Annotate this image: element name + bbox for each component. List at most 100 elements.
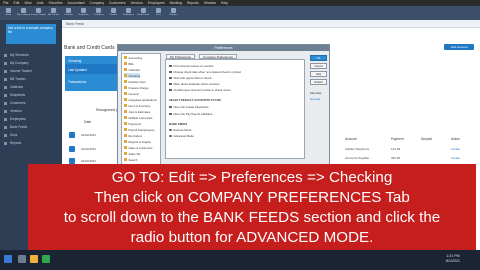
ok-button[interactable]: OK xyxy=(310,55,327,61)
category-item[interactable]: Reports & Graphs xyxy=(124,139,151,144)
checkbox[interactable] xyxy=(169,82,172,86)
start-icon[interactable] xyxy=(4,255,12,263)
toolbar-docs-button[interactable]: Docs xyxy=(154,8,163,18)
category-item[interactable]: Finance Charge xyxy=(124,85,148,90)
nav-item-customers[interactable]: Customers xyxy=(4,100,58,106)
category-item[interactable]: Payments xyxy=(124,121,141,126)
nav-item-employees[interactable]: Employees xyxy=(4,116,58,122)
menu-employees[interactable]: Employees xyxy=(148,1,165,5)
option-row[interactable]: Change check date when non-cleared check… xyxy=(169,70,241,74)
checkbox[interactable] xyxy=(169,105,172,109)
nav-item-snapshots[interactable]: Snapshots xyxy=(4,92,58,98)
quickbooks-icon[interactable] xyxy=(42,255,50,263)
category-item[interactable]: Items & Inventory xyxy=(124,103,150,108)
menu-vendors[interactable]: Vendors xyxy=(130,1,142,5)
category-item[interactable]: Accounting xyxy=(124,55,142,60)
menu-view[interactable]: View xyxy=(24,1,31,5)
checkbox[interactable] xyxy=(169,70,172,74)
date-column-header[interactable]: Date xyxy=(84,120,91,124)
nav-item-company[interactable]: My Company xyxy=(4,60,58,66)
table-row[interactable]: Accounts Payable 350.00 Create xyxy=(345,154,480,162)
taskbar-clock[interactable]: 1:21 PM 8/1/2021 xyxy=(446,254,460,264)
menu-customers[interactable]: Customers xyxy=(109,1,125,5)
also-see-general-link[interactable]: General xyxy=(310,97,320,101)
menu-banking[interactable]: Banking xyxy=(170,1,182,5)
table-row[interactable]: Utilities:Telephone 124.00 Create xyxy=(345,145,480,153)
toolbar-bill-button[interactable]: Bill Tracker xyxy=(48,8,59,18)
radio-advanced-mode[interactable]: Advanced Mode xyxy=(169,134,194,138)
menu-lists[interactable]: Lists xyxy=(37,1,44,5)
radio-button[interactable] xyxy=(169,128,172,132)
toolbar-vendors-button[interactable]: Vendors xyxy=(109,8,118,18)
toolbar-company-button[interactable]: My Company xyxy=(17,8,30,18)
nav-item-bankfeeds[interactable]: Bank Feeds xyxy=(4,124,58,130)
nav-item-reports[interactable]: Reports xyxy=(4,140,58,146)
toolbar-home-button[interactable]: Home xyxy=(4,8,13,18)
category-item-checking[interactable]: Checking xyxy=(124,73,141,78)
nav-item-calendar[interactable]: Calendar xyxy=(4,84,58,90)
menu-file[interactable]: File xyxy=(3,1,8,5)
nav-item-bill[interactable]: Bill Tracker xyxy=(4,76,58,82)
category-item[interactable]: Search xyxy=(124,157,137,162)
cancel-button[interactable]: Cancel xyxy=(310,63,327,69)
row-checkbox[interactable] xyxy=(69,132,75,138)
deposit-column-header[interactable]: Deposit xyxy=(421,137,451,141)
category-item[interactable]: Jobs & Estimates xyxy=(124,109,150,114)
row-checkbox[interactable] xyxy=(69,146,75,152)
category-item[interactable]: Payroll & Employees xyxy=(124,127,154,132)
checkbox[interactable] xyxy=(169,76,172,80)
folder-icon[interactable] xyxy=(30,255,38,263)
radio-express-mode[interactable]: Express Mode xyxy=(169,128,191,132)
nav-item-docs[interactable]: Docs xyxy=(4,132,58,138)
toolbar-employees-button[interactable]: Employees xyxy=(123,8,134,18)
menu-window[interactable]: Window xyxy=(204,1,216,5)
category-item[interactable]: Sales & Customers xyxy=(124,145,152,150)
income-icon xyxy=(4,69,7,73)
option-label: Express Mode xyxy=(173,128,192,132)
category-item[interactable]: Reminders xyxy=(124,133,142,138)
option-row[interactable]: Autofill payee account number in check m… xyxy=(169,88,231,92)
menu-company[interactable]: Company xyxy=(90,1,105,5)
checkbox[interactable] xyxy=(169,112,172,116)
account-panel[interactable]: Checking Last Updated Transactions xyxy=(65,56,117,91)
toolbar-calendar-button[interactable]: Calendar xyxy=(64,8,73,18)
category-item[interactable]: Desktop View xyxy=(124,79,146,84)
row-action-link[interactable]: Create xyxy=(451,156,471,160)
toolbar-reports-button[interactable]: Reports xyxy=(169,8,178,18)
toolbar-snapshots-button[interactable]: Snapshots xyxy=(78,8,89,18)
default-button[interactable]: Default xyxy=(310,79,327,85)
help-button[interactable]: Help xyxy=(310,71,327,77)
menu-help[interactable]: Help xyxy=(221,1,228,5)
payment-column-header[interactable]: Payment xyxy=(391,137,421,141)
checkbox[interactable] xyxy=(169,88,172,92)
category-item[interactable]: Calendar xyxy=(124,67,140,72)
checkbox[interactable] xyxy=(169,64,172,68)
menu-reports[interactable]: Reports xyxy=(187,1,199,5)
add-account-button[interactable]: Add Account xyxy=(444,44,474,50)
option-row[interactable]: Open the Create Paychecks xyxy=(169,105,208,109)
option-row[interactable]: Warn about duplicate check numbers xyxy=(169,82,220,86)
option-row[interactable]: Open the Pay Payroll Liabilities xyxy=(169,112,212,116)
toolbar-customers-button[interactable]: Customers xyxy=(93,8,104,18)
nav-item-shortcuts[interactable]: My Shortcuts xyxy=(4,52,58,58)
sample-company-link[interactable]: Get a link to a sample company file xyxy=(6,24,56,44)
account-column-header[interactable]: Account xyxy=(345,137,391,141)
toolbar-bankfeeds-button[interactable]: Bank Feeds xyxy=(138,8,149,18)
radio-button[interactable] xyxy=(169,134,172,138)
option-row[interactable]: Start with payee field on check xyxy=(169,76,211,80)
menu-edit[interactable]: Edit xyxy=(13,1,19,5)
category-item[interactable]: Bills xyxy=(124,61,134,66)
nav-item-vendors[interactable]: Vendors xyxy=(4,108,58,114)
category-item[interactable]: General xyxy=(124,91,138,96)
option-row[interactable]: Print account names on voucher xyxy=(169,64,214,68)
search-icon[interactable] xyxy=(18,255,26,263)
menu-accountant[interactable]: Accountant xyxy=(68,1,85,5)
category-item[interactable]: Multiple Currencies xyxy=(124,115,152,120)
toolbar-label: Home xyxy=(5,14,12,16)
menu-favorites[interactable]: Favorites xyxy=(49,1,63,5)
toolbar-income-button[interactable]: Income Tracker xyxy=(31,8,46,18)
row-action-link[interactable]: Create xyxy=(451,147,471,151)
category-item[interactable]: Sales Tax xyxy=(124,151,141,156)
category-item[interactable]: Integrated Applications xyxy=(124,97,157,102)
nav-item-income[interactable]: Income Tracker xyxy=(4,68,58,74)
